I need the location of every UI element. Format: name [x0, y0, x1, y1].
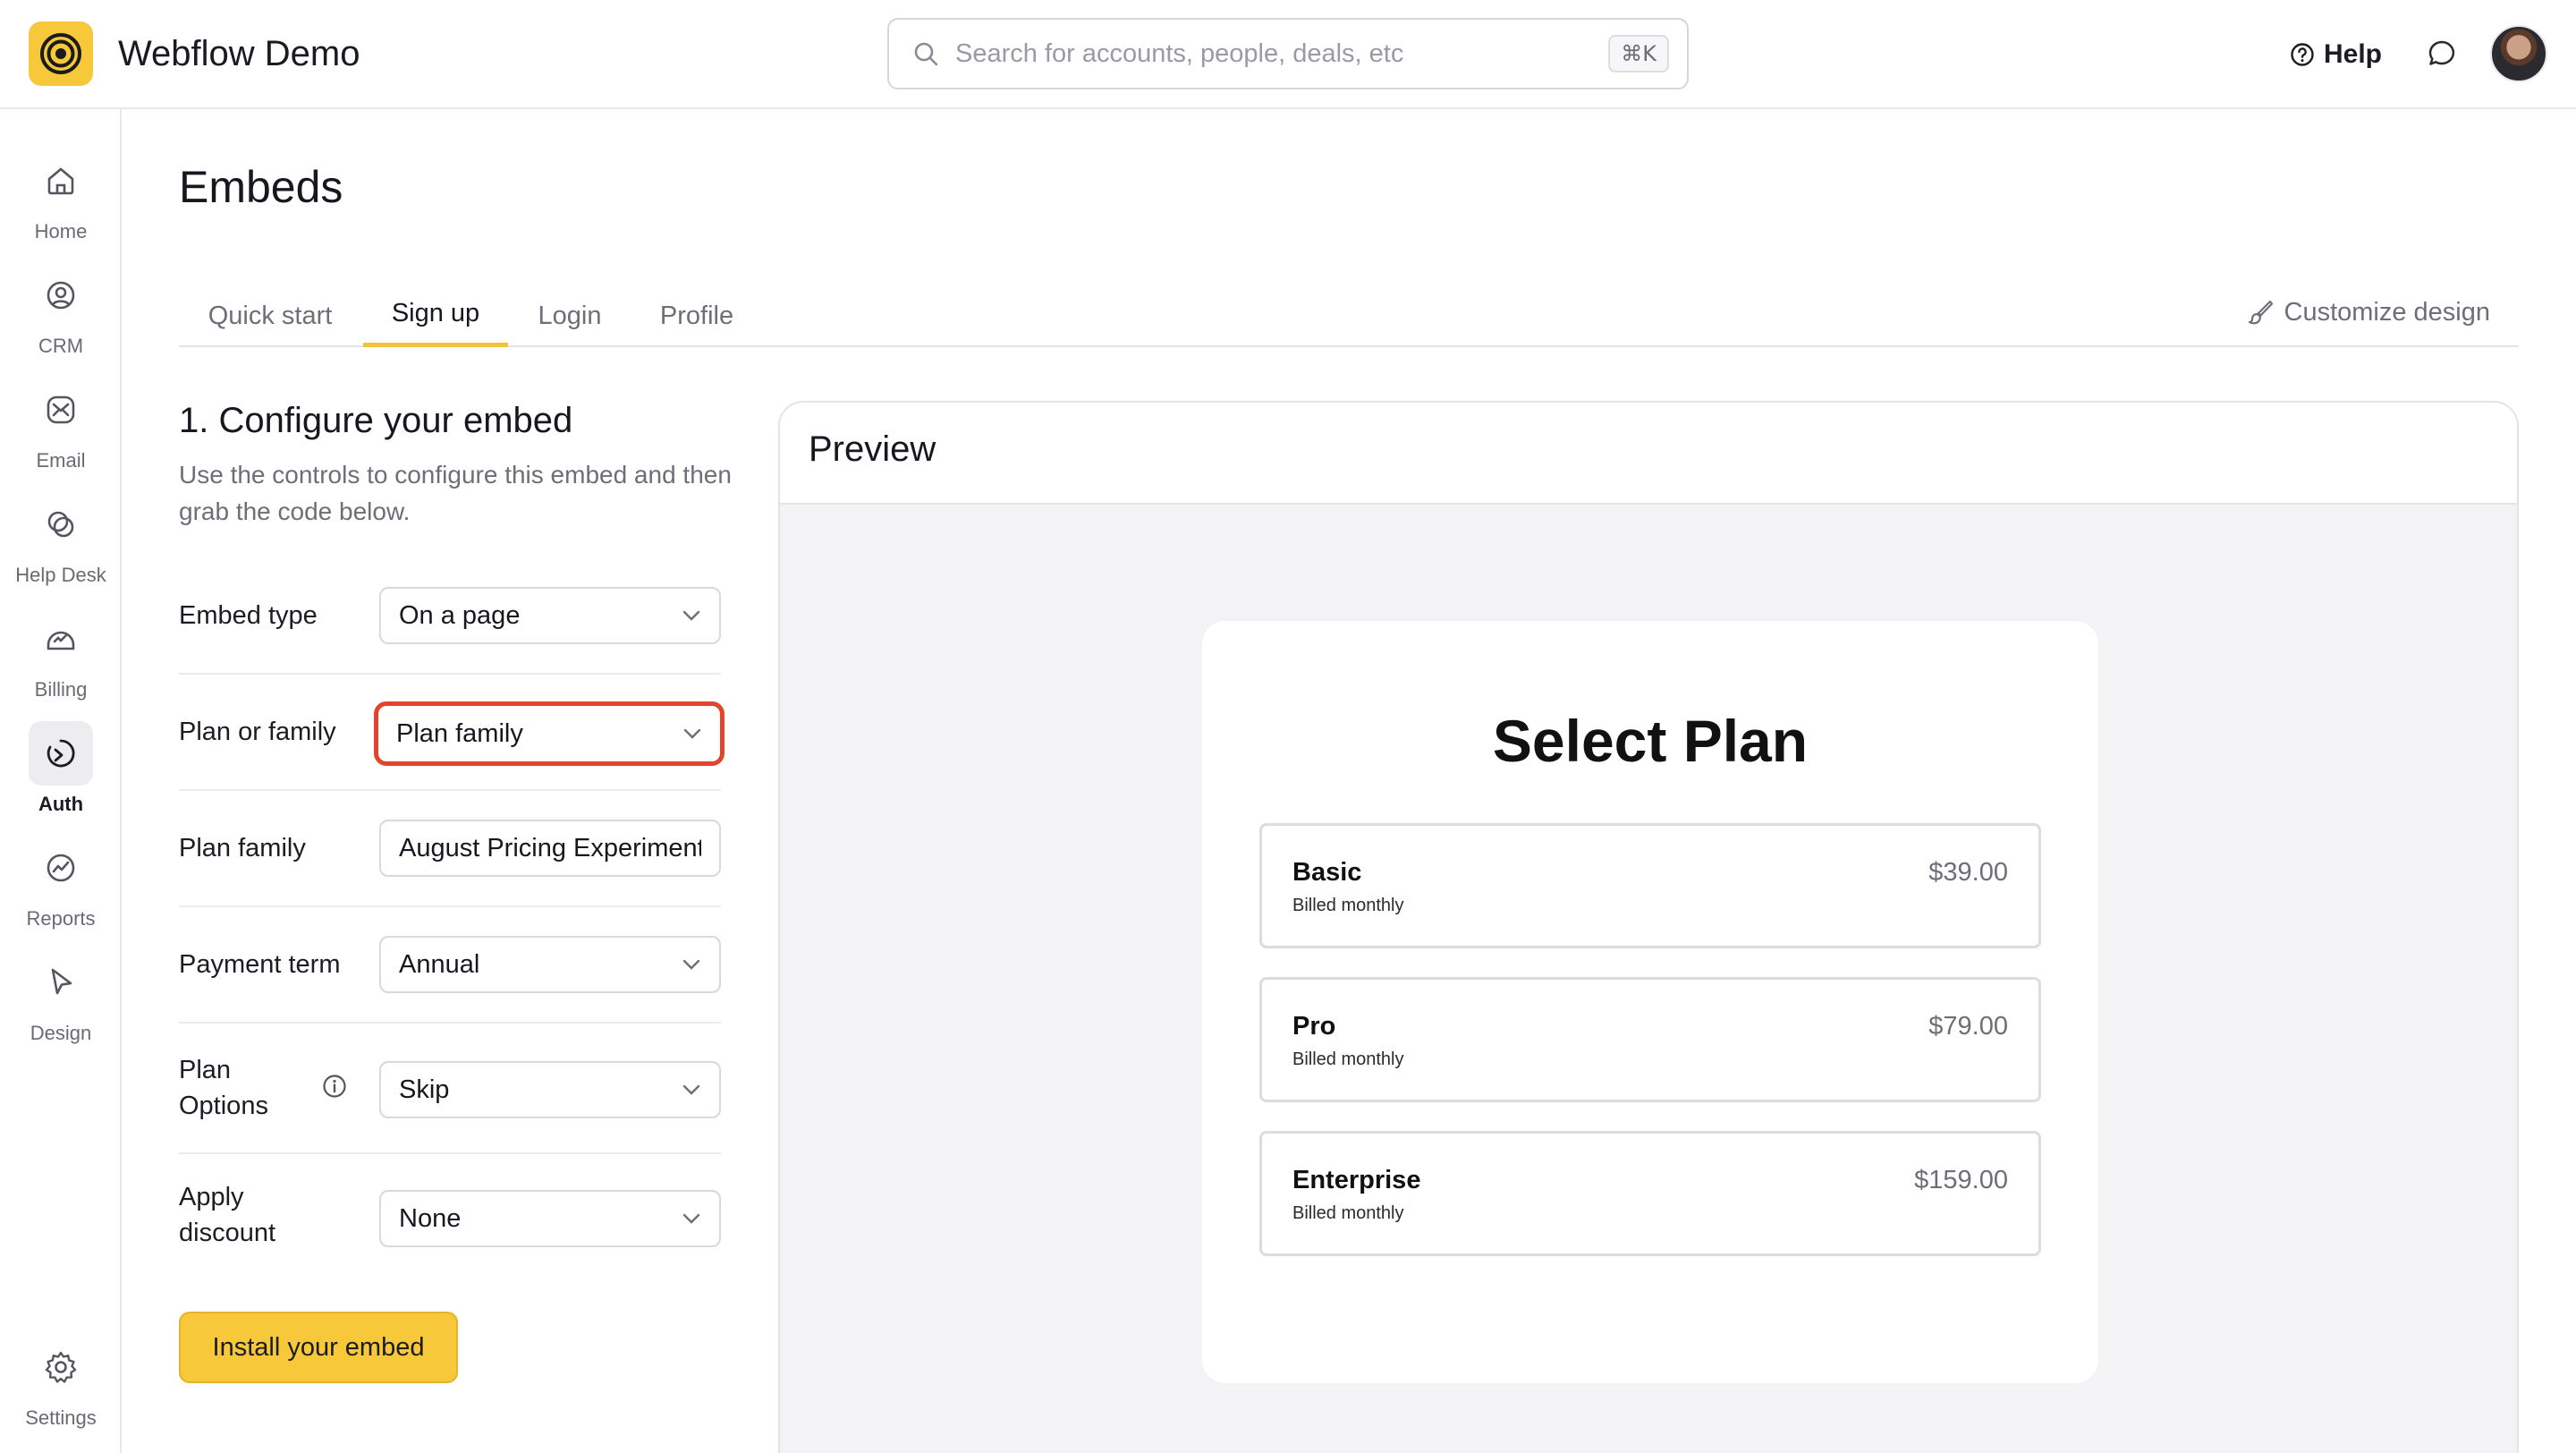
plan-price: $159.00	[1914, 1166, 2008, 1194]
plan-or-family-row: Plan or family Plan family	[179, 675, 724, 791]
install-embed-button[interactable]: Install your embed	[179, 1312, 458, 1383]
plan-family-row: Plan family August Pricing Experiment	[179, 791, 721, 907]
embed-tabs: Quick start Sign up Login Profile Custom…	[179, 285, 2519, 347]
preview-panel: Preview Select Plan Basic Billed monthly…	[778, 401, 2519, 1453]
sidebar-item-label: Design	[30, 1022, 92, 1044]
plan-billing-term: Billed monthly	[1292, 1049, 1404, 1069]
sidebar-item-settings[interactable]: Settings	[0, 1335, 122, 1433]
payment-term-select[interactable]: Annual	[379, 936, 721, 993]
plan-option-pro[interactable]: Pro Billed monthly $79.00	[1259, 977, 2041, 1102]
plan-name: Pro	[1292, 1012, 1336, 1041]
plan-options-select[interactable]: Skip	[379, 1061, 721, 1118]
help-button[interactable]: Help	[2290, 32, 2382, 77]
search-shortcut-badge: ⌘K	[1608, 35, 1669, 72]
chevron-down-icon	[682, 610, 700, 621]
user-avatar[interactable]	[2490, 25, 2547, 82]
auth-icon	[47, 739, 75, 768]
email-icon	[47, 395, 75, 424]
embed-type-select[interactable]: On a page	[379, 587, 721, 644]
sidebar-item-crm[interactable]: CRM	[0, 263, 122, 361]
tab-profile[interactable]: Profile	[640, 285, 753, 347]
apply-discount-label: Apply discount	[179, 1183, 276, 1247]
tab-login[interactable]: Login	[521, 285, 619, 347]
chat-button[interactable]	[2424, 36, 2460, 72]
plan-option-basic[interactable]: Basic Billed monthly $39.00	[1259, 823, 2041, 948]
payment-term-row: Payment term Annual	[179, 907, 721, 1024]
plan-name: Enterprise	[1292, 1166, 1421, 1194]
sidebar: Home CRM Email Help Desk Billing Auth Re…	[0, 109, 122, 1453]
select-plan-card: Select Plan Basic Billed monthly $39.00 …	[1202, 621, 2098, 1383]
search-icon	[914, 42, 938, 66]
help-label: Help	[2324, 39, 2383, 69]
sidebar-item-label: Billing	[34, 678, 88, 701]
search-input[interactable]: Search for accounts, people, deals, etc	[955, 39, 1608, 69]
plan-or-family-select[interactable]: Plan family	[374, 701, 724, 766]
sidebar-item-label: Email	[36, 449, 86, 472]
sidebar-item-label: Help Desk	[15, 564, 106, 586]
plan-options-row: Plan Options Skip	[179, 1024, 721, 1154]
chat-bubble-icon	[2428, 40, 2455, 65]
sidebar-item-home[interactable]: Home	[0, 149, 122, 247]
help-circle-icon	[2291, 43, 2314, 66]
apply-discount-select[interactable]: None	[379, 1190, 721, 1247]
sidebar-item-label: Auth	[38, 793, 84, 815]
top-bar: Webflow Demo Search for accounts, people…	[0, 0, 2576, 109]
app-title: Webflow Demo	[118, 34, 360, 73]
reports-icon	[47, 854, 75, 882]
chevron-down-icon	[683, 728, 701, 739]
logo-spiral-icon	[40, 33, 81, 74]
preview-title: Preview	[809, 429, 936, 469]
sidebar-item-billing[interactable]: Billing	[0, 607, 122, 705]
plan-family-input[interactable]: August Pricing Experiment	[379, 820, 721, 877]
cursor-pointer-icon	[51, 968, 72, 995]
tab-quick-start[interactable]: Quick start	[179, 285, 361, 347]
gear-icon	[45, 1351, 77, 1383]
info-icon[interactable]	[322, 1074, 347, 1099]
embed-type-row: Embed type On a page	[179, 571, 721, 675]
page-title: Embeds	[179, 162, 343, 212]
sidebar-item-label: Reports	[26, 907, 96, 930]
sidebar-item-help-desk[interactable]: Help Desk	[0, 492, 122, 591]
configure-description: Use the controls to configure this embed…	[179, 461, 732, 525]
plan-billing-term: Billed monthly	[1292, 896, 1404, 915]
paint-brush-icon	[2248, 300, 2273, 325]
chevron-down-icon	[682, 959, 700, 970]
select-plan-heading: Select Plan	[1492, 708, 1809, 774]
plan-family-label: Plan family	[179, 834, 306, 862]
sidebar-item-label: Home	[34, 220, 88, 242]
app-logo[interactable]	[29, 21, 93, 86]
embed-type-label: Embed type	[179, 601, 318, 630]
plan-name: Basic	[1292, 858, 1362, 887]
plan-or-family-label: Plan or family	[179, 718, 336, 746]
sidebar-item-email[interactable]: Email	[0, 378, 122, 476]
payment-term-label: Payment term	[179, 950, 341, 979]
home-icon	[47, 167, 74, 195]
plan-price: $79.00	[1928, 1012, 2008, 1041]
tab-sign-up[interactable]: Sign up	[363, 285, 508, 347]
help-desk-icon	[47, 511, 74, 538]
plan-price: $39.00	[1928, 858, 2008, 887]
plan-billing-term: Billed monthly	[1292, 1203, 1404, 1223]
sidebar-item-label: CRM	[38, 335, 84, 357]
configure-title: 1. Configure your embed	[179, 401, 573, 440]
sidebar-item-auth[interactable]: Auth	[0, 721, 122, 820]
global-search[interactable]: Search for accounts, people, deals, etc …	[887, 18, 1689, 89]
preview-header: Preview	[780, 403, 2517, 505]
billing-icon	[47, 631, 75, 650]
sidebar-item-reports[interactable]: Reports	[0, 836, 122, 934]
chevron-down-icon	[682, 1084, 700, 1095]
plan-option-enterprise[interactable]: Enterprise Billed monthly $159.00	[1259, 1131, 2041, 1256]
chevron-down-icon	[682, 1213, 700, 1224]
apply-discount-row: Apply discount None	[179, 1154, 721, 1270]
plan-options-label: Plan Options	[179, 1056, 268, 1120]
sidebar-item-design[interactable]: Design	[0, 950, 122, 1049]
crm-icon	[47, 281, 75, 310]
customize-design-button[interactable]: Customize design	[2247, 285, 2491, 340]
customize-design-label: Customize design	[2284, 297, 2491, 327]
sidebar-item-label: Settings	[25, 1406, 97, 1429]
